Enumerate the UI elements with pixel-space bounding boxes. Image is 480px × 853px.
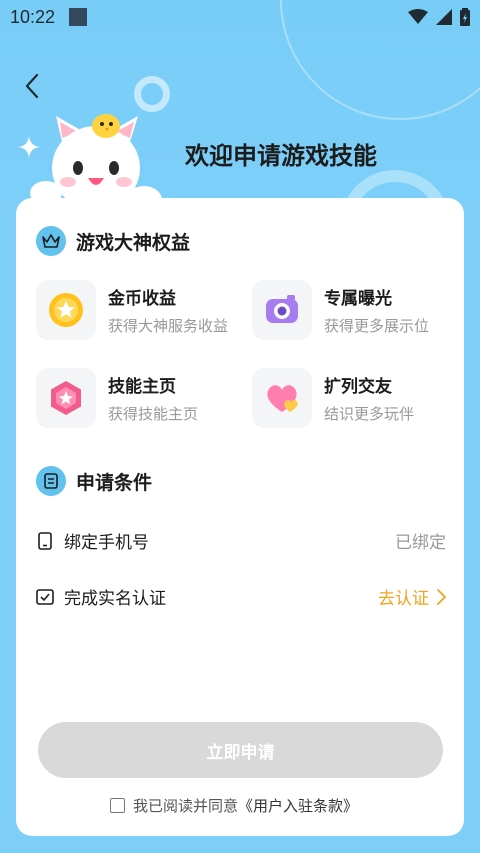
- conditions-section-header: 申请条件: [36, 466, 152, 496]
- back-button[interactable]: [18, 72, 46, 100]
- benefit-name: 扩列交友: [324, 377, 392, 397]
- verify-label: 去认证: [378, 589, 429, 609]
- conditions-title: 申请条件: [76, 471, 153, 494]
- wifi-icon: [408, 9, 428, 24]
- condition-label: 完成实名认证: [64, 589, 166, 609]
- condition-label: 绑定手机号: [64, 533, 149, 553]
- coin-icon: [49, 293, 83, 327]
- benefits-title: 游戏大神权益: [76, 231, 191, 254]
- battery-icon: [460, 8, 470, 26]
- chevron-right-icon: [437, 588, 446, 605]
- signal-icon: [436, 9, 452, 25]
- coin-tile: [36, 280, 96, 340]
- status-time: 10:22: [10, 6, 56, 27]
- benefit-desc: 获得技能主页: [108, 405, 199, 423]
- decor-circle: [134, 76, 170, 112]
- benefit-desc: 结识更多玩伴: [324, 405, 415, 423]
- agreement-checkbox[interactable]: [110, 798, 125, 813]
- notification-icon: [69, 8, 88, 26]
- apply-button[interactable]: 立即申请: [38, 722, 443, 778]
- skill-badge-icon: [51, 381, 81, 415]
- verify-button[interactable]: 去认证: [378, 584, 446, 609]
- camera-tile: [252, 280, 312, 340]
- terms-link[interactable]: 《用户入驻条款》: [238, 795, 358, 816]
- page-title: 欢迎申请游戏技能: [185, 143, 377, 170]
- benefit-name: 技能主页: [108, 377, 176, 397]
- camera-icon: [266, 295, 298, 323]
- heart-icon: [267, 385, 298, 412]
- condition-real-name: 完成实名认证 去认证: [36, 584, 446, 609]
- benefits-section-header: 游戏大神权益: [36, 226, 190, 256]
- agreement-row: 我已阅读并同意 《用户入驻条款》: [110, 795, 358, 816]
- benefit-exposure: 专属曝光 获得更多展示位: [252, 280, 429, 340]
- benefit-desc: 获得更多展示位: [324, 317, 430, 335]
- document-icon: [36, 466, 66, 496]
- phone-icon: [38, 531, 52, 550]
- benefit-make-friends: 扩列交友 结识更多玩伴: [252, 368, 414, 428]
- benefit-skill-page: 技能主页 获得技能主页: [36, 368, 198, 428]
- agreement-text: 我已阅读并同意: [133, 797, 239, 815]
- benefit-desc: 获得大神服务收益: [108, 317, 229, 335]
- condition-status: 已绑定: [395, 533, 446, 553]
- chevron-left-icon: [25, 73, 39, 99]
- heart-tile: [252, 368, 312, 428]
- benefit-coin-income: 金币收益 获得大神服务收益: [36, 280, 228, 340]
- id-check-icon: [36, 588, 54, 605]
- badge-tile: [36, 368, 96, 428]
- apply-card: 游戏大神权益 金币收益 获得大神服务收益 专属曝光 获得更多展示位 技能主页 获…: [16, 198, 464, 836]
- benefit-name: 金币收益: [108, 289, 176, 309]
- crown-icon: [36, 226, 66, 256]
- status-bar: 10:22: [0, 0, 480, 34]
- condition-bind-phone: 绑定手机号 已绑定: [36, 528, 446, 553]
- benefit-name: 专属曝光: [324, 289, 392, 309]
